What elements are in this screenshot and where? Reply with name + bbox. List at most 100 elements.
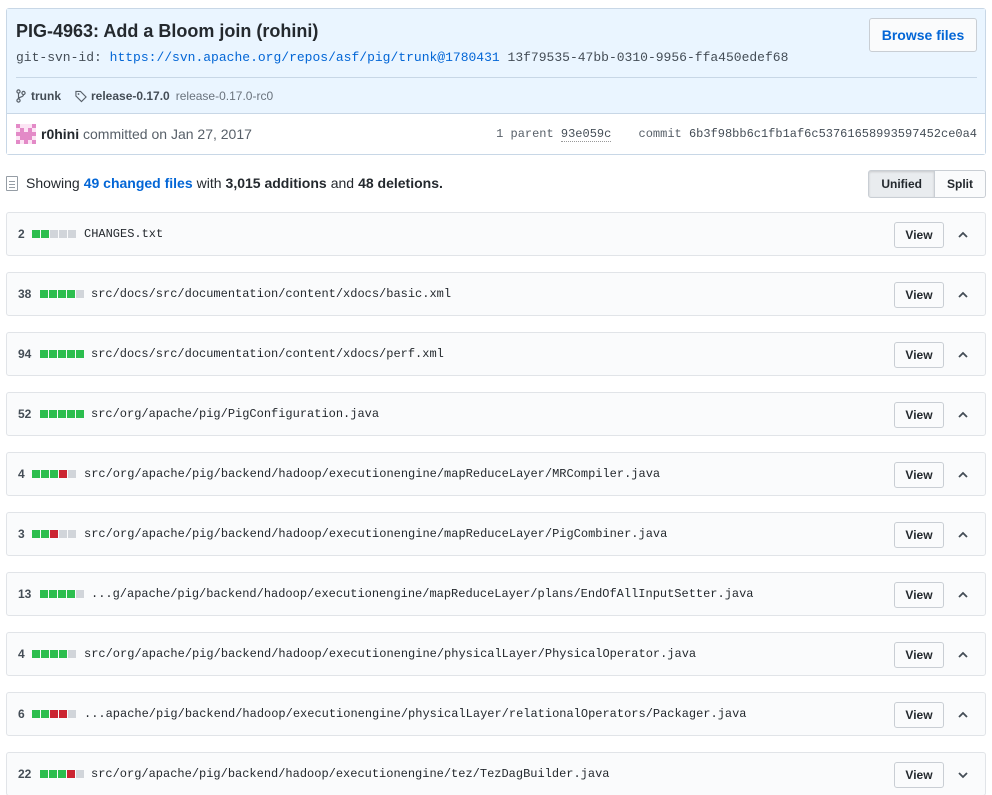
diffstat-block (68, 710, 76, 718)
commit-title: PIG-4963: Add a Bloom join (rohini) (16, 21, 319, 41)
author-line: r0hini committed on Jan 27, 2017 (41, 126, 252, 142)
diffstat-block (76, 350, 84, 358)
diffstat-block (68, 470, 76, 478)
diff-count: 94 (18, 347, 32, 361)
view-file-button[interactable]: View (894, 462, 944, 488)
file-path-link[interactable]: src/org/apache/pig/backend/hadoop/execut… (84, 527, 667, 541)
diffstat-block (58, 590, 66, 598)
view-file-button[interactable]: View (894, 222, 944, 248)
diffstat-block (67, 350, 75, 358)
svn-uuid: 13f79535-47bb-0310-9956-ffa450edef68 (507, 50, 789, 65)
split-button[interactable]: Split (935, 170, 986, 198)
file-path-link[interactable]: src/org/apache/pig/PigConfiguration.java (91, 407, 379, 421)
view-file-button[interactable]: View (894, 642, 944, 668)
file-path-link[interactable]: src/org/apache/pig/backend/hadoop/execut… (91, 767, 609, 781)
diffstat-block (68, 650, 76, 658)
diffstat-bars (40, 290, 84, 298)
view-file-button[interactable]: View (894, 402, 944, 428)
sha-block: 1 parent 93e059c commit 6b3f98bb6c1fb1af… (496, 127, 977, 142)
diff-count: 2 (18, 227, 25, 241)
chevron-down-icon[interactable] (955, 767, 971, 783)
diffstat-bars (40, 350, 84, 358)
view-file-button[interactable]: View (894, 522, 944, 548)
diffstat-block (50, 530, 58, 538)
diff-count: 52 (18, 407, 32, 421)
chevron-up-icon[interactable] (955, 527, 971, 543)
diffstat-bars (32, 650, 76, 658)
branch-link[interactable]: trunk (31, 89, 61, 103)
file-path-link[interactable]: src/docs/src/documentation/content/xdocs… (91, 287, 451, 301)
diffstat-block (67, 290, 75, 298)
view-file-button[interactable]: View (894, 342, 944, 368)
diffstat-block (59, 530, 67, 538)
diffstat-block (40, 770, 48, 778)
diffstat-block (58, 290, 66, 298)
chevron-up-icon[interactable] (955, 467, 971, 483)
view-file-button[interactable]: View (894, 762, 944, 788)
diff-count: 4 (18, 467, 25, 481)
diffstat-block (49, 590, 57, 598)
diffstat-block (49, 290, 57, 298)
diffstat-bars (32, 710, 76, 718)
diffstat-block (32, 650, 40, 658)
chevron-up-icon[interactable] (955, 647, 971, 663)
parent-sha-link[interactable]: 93e059c (560, 127, 612, 142)
file-path-link[interactable]: src/docs/src/documentation/content/xdocs… (91, 347, 444, 361)
chevron-up-icon[interactable] (955, 287, 971, 303)
file-path-link[interactable]: src/org/apache/pig/backend/hadoop/execut… (84, 467, 660, 481)
diff-count: 22 (18, 767, 32, 781)
diff-summary-bar: Showing 49 changed files with 3,015 addi… (6, 170, 986, 198)
commit-label: commit (638, 127, 682, 141)
diffstat-block (41, 650, 49, 658)
view-file-button[interactable]: View (894, 282, 944, 308)
additions-count: 3,015 additions (225, 175, 327, 191)
showing-label: Showing (26, 175, 80, 191)
svn-url-link[interactable]: https://svn.apache.org/repos/asf/pig/tru… (110, 50, 500, 65)
file-path-link[interactable]: ...apache/pig/backend/hadoop/executionen… (84, 707, 747, 721)
divider (16, 77, 977, 78)
diff-view-toggle: Unified Split (868, 170, 986, 198)
diff-count: 13 (18, 587, 32, 601)
diff-summary-text: Showing 49 changed files with 3,015 addi… (6, 175, 447, 191)
diffstat-block (32, 230, 40, 238)
commit-sha: 6b3f98bb6c1fb1af6c53761658993597452ce0a4 (688, 127, 977, 141)
chevron-up-icon[interactable] (955, 587, 971, 603)
avatar[interactable] (16, 124, 36, 144)
unified-button[interactable]: Unified (868, 170, 935, 198)
tag-rc-link[interactable]: release-0.17.0-rc0 (176, 89, 273, 103)
tag-link[interactable]: release-0.17.0 (91, 89, 170, 103)
diff-count: 3 (18, 527, 25, 541)
diffstat-block (49, 350, 57, 358)
browse-files-button[interactable]: Browse files (869, 18, 977, 52)
diffstat-block (67, 410, 75, 418)
file-row: 94 src/docs/src/documentation/content/xdo… (6, 332, 986, 376)
file-row: 52 src/org/apache/pig/PigConfiguration.ja… (6, 392, 986, 436)
tag-icon (75, 89, 87, 103)
chevron-up-icon[interactable] (955, 407, 971, 423)
diffstat-block (32, 470, 40, 478)
chevron-up-icon[interactable] (955, 707, 971, 723)
diffstat-block (59, 470, 67, 478)
view-file-button[interactable]: View (894, 582, 944, 608)
git-branch-icon (15, 89, 27, 103)
chevron-up-icon[interactable] (955, 227, 971, 243)
file-path-link[interactable]: CHANGES.txt (84, 227, 163, 241)
svn-id-label: git-svn-id: (16, 50, 102, 65)
with-label: with (196, 175, 222, 191)
file-path-link[interactable]: ...g/apache/pig/backend/hadoop/execution… (91, 587, 754, 601)
file-path-link[interactable]: src/org/apache/pig/backend/hadoop/execut… (84, 647, 696, 661)
diffstat-block (50, 710, 58, 718)
and-label: and (330, 175, 355, 191)
diff-count: 6 (18, 707, 25, 721)
chevron-up-icon[interactable] (955, 347, 971, 363)
file-row: 2 CHANGES.txt View (6, 212, 986, 256)
file-row: 4 src/org/apache/pig/backend/hadoop/execu… (6, 632, 986, 676)
svn-id-line: git-svn-id: https://svn.apache.org/repos… (16, 50, 788, 65)
view-file-button[interactable]: View (894, 702, 944, 728)
diffstat-block (59, 710, 67, 718)
diffstat-block (32, 710, 40, 718)
changed-files-link[interactable]: 49 changed files (84, 175, 193, 191)
author-link[interactable]: r0hini (41, 126, 79, 142)
diffstat-block (67, 590, 75, 598)
diff-count: 38 (18, 287, 32, 301)
